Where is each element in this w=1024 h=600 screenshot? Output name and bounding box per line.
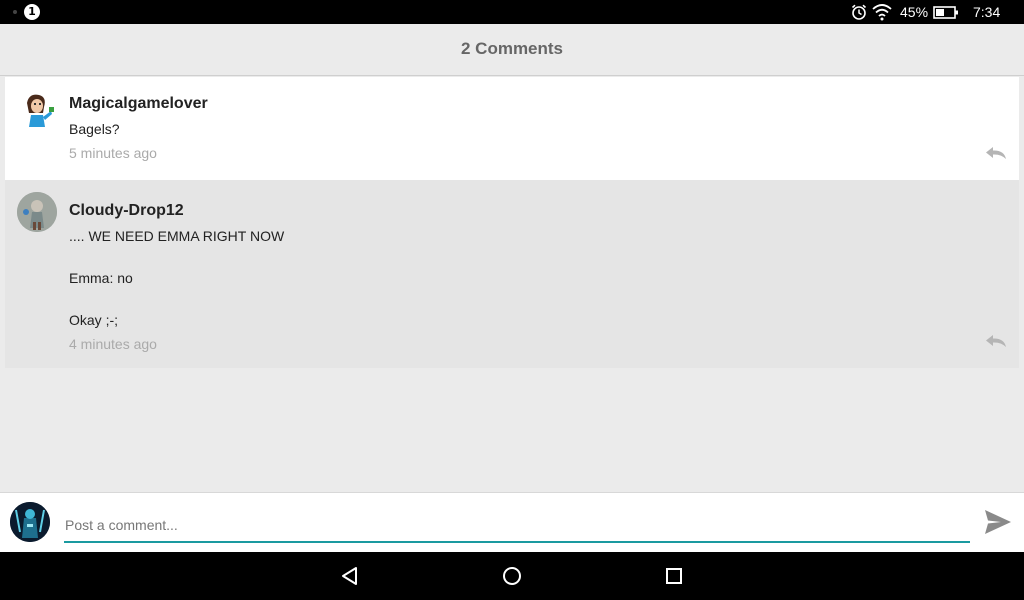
comment-time: 4 minutes ago [69,336,157,352]
comments-header: 2 Comments [0,24,1024,76]
back-icon[interactable] [338,564,362,588]
reply-icon[interactable] [985,146,1007,160]
comment-item: Cloudy-Drop12 .... WE NEED EMMA RIGHT NO… [5,180,1019,368]
comment-text: Emma: no [69,270,133,286]
battery-percent: 45% [900,4,929,20]
comment-author[interactable]: Magicalgamelover [69,95,208,113]
comment-composer [0,492,1024,552]
avatar[interactable] [17,192,57,232]
send-icon[interactable] [984,508,1012,536]
notification-count-badge: 1 [24,4,40,20]
comment-item: Magicalgamelover Bagels? 5 minutes ago [5,77,1019,180]
avatar-image [17,192,57,232]
avatar-image [10,502,50,542]
comment-text: Bagels? [69,121,120,137]
comment-input[interactable] [64,509,970,543]
wifi-icon [872,4,892,21]
page-title: 2 Comments [460,39,564,58]
clock: 7:34 [973,4,1001,20]
avatar-image [17,89,57,129]
status-bar: 1 45% 7:34 [0,0,1024,24]
status-dot [13,10,17,14]
avatar[interactable] [17,89,57,129]
comment-time: 5 minutes ago [69,145,157,161]
comment-author[interactable]: Cloudy-Drop12 [69,202,184,220]
battery-icon [933,6,958,19]
comment-list: Magicalgamelover Bagels? 5 minutes ago C… [5,77,1019,368]
alarm-icon [851,4,867,20]
home-icon[interactable] [500,564,524,588]
comment-text: Okay ;-; [69,312,119,328]
avatar [10,502,50,542]
reply-icon[interactable] [985,334,1007,348]
navigation-bar [0,552,1024,600]
recents-icon[interactable] [662,564,686,588]
comment-text: .... WE NEED EMMA RIGHT NOW [69,228,285,244]
